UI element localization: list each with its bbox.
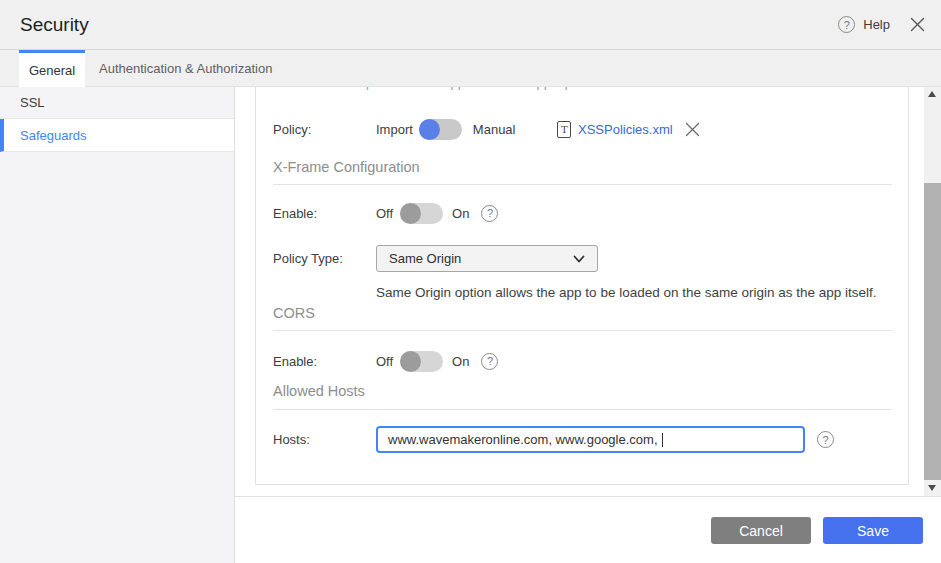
sidebar-item-safeguards[interactable]: Safeguards [0,119,234,152]
sidebar-item-ssl[interactable]: SSL [0,87,234,119]
policy-label: Policy: [273,122,376,137]
dialog-header: Security ? Help [0,0,941,50]
off-label: Off [376,354,393,369]
vertical-scrollbar[interactable] [924,87,941,496]
tab-authentication-authorization[interactable]: Authentication & Authorization [99,50,272,87]
xml-file-icon: T [557,121,571,138]
hosts-row: Hosts: www.wavemakeronline.com, www.goog… [273,426,892,453]
xframe-enable-toggle[interactable] [400,203,443,224]
enable-label: Enable: [273,206,376,221]
policy-type-label: Policy Type: [273,251,376,266]
enable-label: Enable: [273,354,376,369]
hosts-input-value: www.wavemakeronline.com, www.google.com, [388,432,661,447]
on-label: On [452,206,469,221]
scroll-down-icon[interactable] [928,485,936,491]
policy-type-row: Policy Type: Same Origin [273,245,892,272]
tab-general[interactable]: General [19,50,85,87]
toggle-knob [419,119,440,140]
divider [273,330,892,331]
policy-type-select[interactable]: Same Origin [376,245,598,272]
clipped-scrolled-text: prevention is applied for the app input … [366,87,636,91]
hosts-input[interactable]: www.wavemakeronline.com, www.google.com, [376,426,805,453]
remove-file-icon[interactable] [685,122,700,137]
close-icon[interactable] [910,0,925,49]
xframe-enable-help-icon[interactable]: ? [481,205,498,222]
chevron-down-icon [573,255,585,263]
sidebar: SSL Safeguards [0,87,235,563]
cancel-button[interactable]: Cancel [711,517,811,544]
text-caret [662,433,663,447]
hosts-label: Hosts: [273,432,376,447]
settings-scroll-area: prevention is applied for the app input … [235,87,941,496]
scrollbar-thumb[interactable] [924,183,941,480]
toggle-knob [400,203,421,224]
dialog-footer: Cancel Save [235,496,941,563]
off-label: Off [376,206,393,221]
cors-enable-help-icon[interactable]: ? [481,353,498,370]
policy-type-value: Same Origin [389,251,461,266]
xss-policies-file-link[interactable]: XSSPolicies.xml [578,122,673,137]
section-title-cors: CORS [273,305,315,321]
page-title: Security [20,0,89,49]
on-label: On [452,354,469,369]
xframe-enable-row: Enable: Off On ? [273,202,892,224]
toggle-knob [400,351,421,372]
manual-option-label: Manual [473,122,516,137]
divider [273,409,892,410]
xss-policy-row: Policy: Import Manual T XSSPolicies.xml [273,118,892,140]
cors-enable-row: Enable: Off On ? [273,350,892,372]
help-circle-icon: ? [838,16,855,33]
section-title-xframe: X-Frame Configuration [273,159,420,175]
section-title-allowed-hosts: Allowed Hosts [273,383,365,399]
policy-import-manual-toggle[interactable] [419,119,462,140]
policy-type-helper-text: Same Origin option allows the app to be … [376,285,877,300]
tab-bar: General Authentication & Authorization [0,50,941,87]
help-button[interactable]: ? Help [838,0,890,49]
settings-card: prevention is applied for the app input … [255,87,909,485]
cors-enable-toggle[interactable] [400,351,443,372]
divider [273,184,892,185]
hosts-help-icon[interactable]: ? [817,431,834,448]
save-button[interactable]: Save [823,517,923,544]
scroll-up-icon[interactable] [928,91,936,97]
import-option-label: Import [376,122,413,137]
